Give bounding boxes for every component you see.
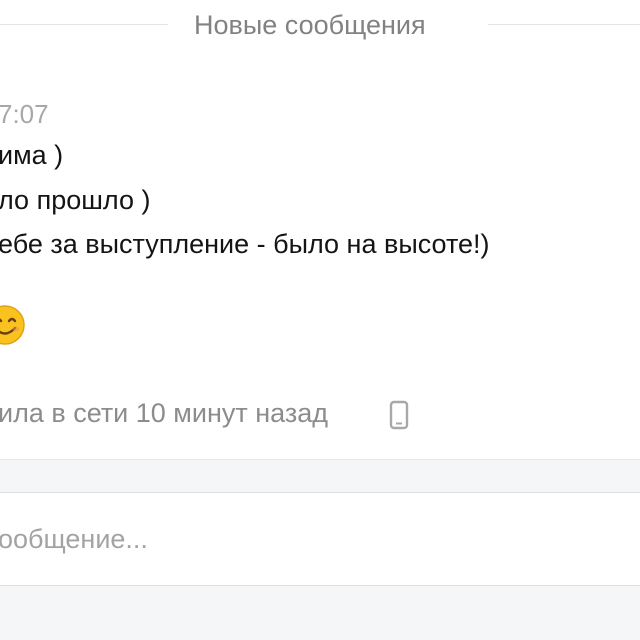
composer-footer — [0, 586, 640, 640]
last-seen-status: ила в сети 10 минут назад — [0, 398, 328, 428]
mobile-phone-icon — [389, 400, 409, 430]
message-timestamp: 7:07 — [0, 99, 49, 129]
divider-label: Новые сообщения — [194, 10, 426, 40]
divider-line-right — [488, 24, 640, 25]
smiling-face-emoji — [0, 305, 25, 345]
message-line-3: ебе за выступление - было на высоте!) — [0, 229, 490, 259]
message-line-2: ло прошло ) — [0, 185, 151, 215]
message-line-1: има ) — [0, 140, 64, 170]
divider-line-left — [0, 24, 168, 25]
message-input-placeholder: ообщение... — [0, 524, 148, 554]
composer-toolbar — [0, 459, 640, 493]
